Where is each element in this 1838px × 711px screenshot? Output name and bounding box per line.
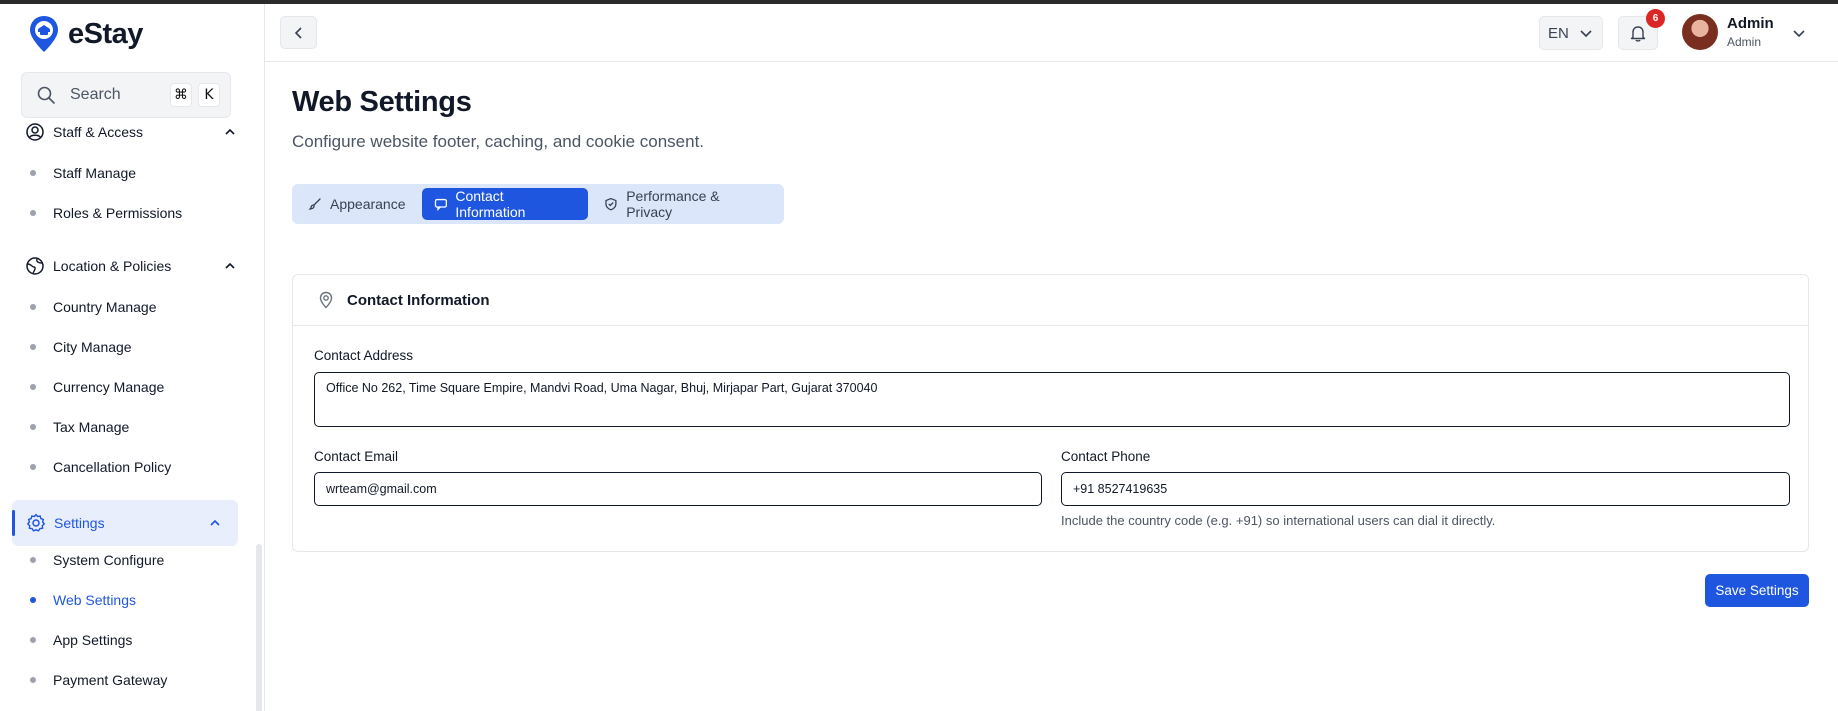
tab-label: Appearance [330, 196, 406, 212]
bullet-dot [30, 597, 36, 603]
sidebar-item-label: Staff Manage [53, 165, 137, 181]
tab-appearance[interactable]: Appearance [296, 188, 418, 220]
tab-label: Performance & Privacy [626, 188, 720, 220]
shortcut-cmd-key: ⌘ [170, 83, 192, 107]
bullet-dot [30, 557, 36, 563]
nav-head-staff-access[interactable]: Staff & Access [0, 112, 264, 152]
nav-head-label: Location & Policies [53, 258, 172, 274]
bullet-dot [30, 170, 36, 176]
sidebar-item-label: App Settings [53, 632, 133, 648]
user-role: Admin [1727, 35, 1762, 49]
language-label: EN [1548, 24, 1569, 42]
contact-email-input[interactable] [314, 472, 1042, 506]
contact-address-textarea[interactable]: Office No 262, Time Square Empire, Mandv… [314, 372, 1790, 427]
tab-contact-information[interactable]: Contact Information [421, 188, 589, 220]
sidebar-item-app-settings[interactable]: App Settings [0, 620, 264, 660]
search-icon [37, 86, 55, 104]
sidebar-item-roles-permissions[interactable]: Roles & Permissions [0, 193, 264, 233]
sidebar-scrollbar[interactable] [256, 544, 262, 711]
sidebar-item-label: City Manage [53, 339, 132, 355]
sidebar-item-country-manage[interactable]: Country Manage [0, 287, 264, 327]
chevron-left-icon [294, 26, 302, 39]
bullet-dot [30, 424, 36, 430]
sidebar-item-label: Payment Gateway [53, 672, 168, 688]
contact-phone-help: Include the country code (e.g. +91) so i… [1061, 513, 1496, 528]
chevron-up-icon [225, 262, 235, 269]
contact-information-card: Contact Information Contact Address Offi… [292, 274, 1809, 552]
sidebar-item-label: Tax Manage [53, 419, 130, 435]
app-name: eStay [68, 17, 143, 50]
bullet-dot [30, 304, 36, 310]
sidebar-item-tax-manage[interactable]: Tax Manage [0, 407, 264, 447]
sidebar-item-label: Web Settings [53, 592, 137, 608]
nav-head-location-policies[interactable]: Location & Policies [0, 246, 264, 286]
shield-icon [605, 197, 617, 211]
bullet-dot [30, 637, 36, 643]
sidebar-item-city-manage[interactable]: City Manage [0, 327, 264, 367]
tab-performance-privacy[interactable]: Performance & Privacy [592, 188, 780, 220]
sidebar-item-label: Roles & Permissions [53, 205, 183, 221]
sidebar-item-label: Cancellation Policy [53, 459, 172, 475]
sidebar-item-payment-gateway[interactable]: Payment Gateway [0, 660, 264, 700]
sidebar-item-cancellation-policy[interactable]: Cancellation Policy [0, 447, 264, 487]
contact-email-label: Contact Email [314, 449, 399, 464]
nav-group-settings: System Configure Web Settings App Settin… [0, 540, 264, 700]
gear-icon [27, 513, 45, 532]
search-label: Search [70, 86, 121, 103]
contact-address-label: Contact Address [314, 348, 414, 363]
contact-phone-input[interactable] [1061, 472, 1790, 506]
contact-phone-label: Contact Phone [1061, 449, 1151, 464]
top-header: EN 6 Admin Admin [265, 4, 1838, 62]
bell-icon [1630, 26, 1646, 42]
logo-pin-icon [30, 16, 58, 52]
notification-badge: 6 [1646, 9, 1665, 28]
nav-group-location-policies: Location & Policies Country Manage City … [0, 246, 264, 487]
chevron-down-icon [1580, 30, 1592, 38]
card-title: Contact Information [347, 291, 490, 309]
bullet-dot [30, 464, 36, 470]
nav-head-label: Settings [54, 515, 105, 531]
page-subtitle: Configure website footer, caching, and c… [292, 132, 705, 151]
page-title: Web Settings [292, 86, 472, 118]
bullet-dot [30, 344, 36, 350]
tab-label: Contact Information [455, 188, 526, 220]
bullet-dot [30, 384, 36, 390]
chevron-up-icon [210, 519, 220, 526]
card-header: Contact Information [293, 275, 1808, 326]
chevron-down-icon[interactable] [1791, 25, 1807, 41]
nav-group-staff-access: Staff & Access Staff Manage Roles & Perm… [0, 112, 264, 233]
sidebar-item-label: Country Manage [53, 299, 157, 315]
nav-head-label: Staff & Access [53, 124, 144, 140]
sidebar: eStay Search ⌘ K Staff & Access Staff Ma… [0, 4, 265, 711]
location-pin-icon [319, 291, 333, 309]
user-circle-icon [26, 123, 44, 141]
sidebar-item-web-settings[interactable]: Web Settings [0, 580, 264, 620]
bullet-dot [30, 677, 36, 683]
sidebar-item-label: Currency Manage [53, 379, 165, 395]
sidebar-item-currency-manage[interactable]: Currency Manage [0, 367, 264, 407]
settings-tabs: Appearance Contact Information Performan… [292, 184, 784, 224]
user-name[interactable]: Admin [1727, 15, 1774, 32]
app-logo[interactable]: eStay [28, 14, 143, 54]
brush-icon [308, 198, 321, 210]
sidebar-item-system-configure[interactable]: System Configure [0, 540, 264, 580]
globe-icon [26, 257, 44, 275]
sidebar-item-label: System Configure [53, 552, 165, 568]
sidebar-item-staff-manage[interactable]: Staff Manage [0, 153, 264, 193]
language-selector[interactable]: EN [1539, 16, 1603, 50]
chevron-up-icon [225, 128, 235, 135]
bullet-dot [30, 210, 36, 216]
avatar[interactable] [1682, 14, 1718, 50]
save-settings-button[interactable]: Save Settings [1705, 574, 1809, 607]
chat-icon [434, 198, 447, 211]
back-button[interactable] [280, 16, 317, 49]
shortcut-k-key: K [198, 83, 220, 107]
